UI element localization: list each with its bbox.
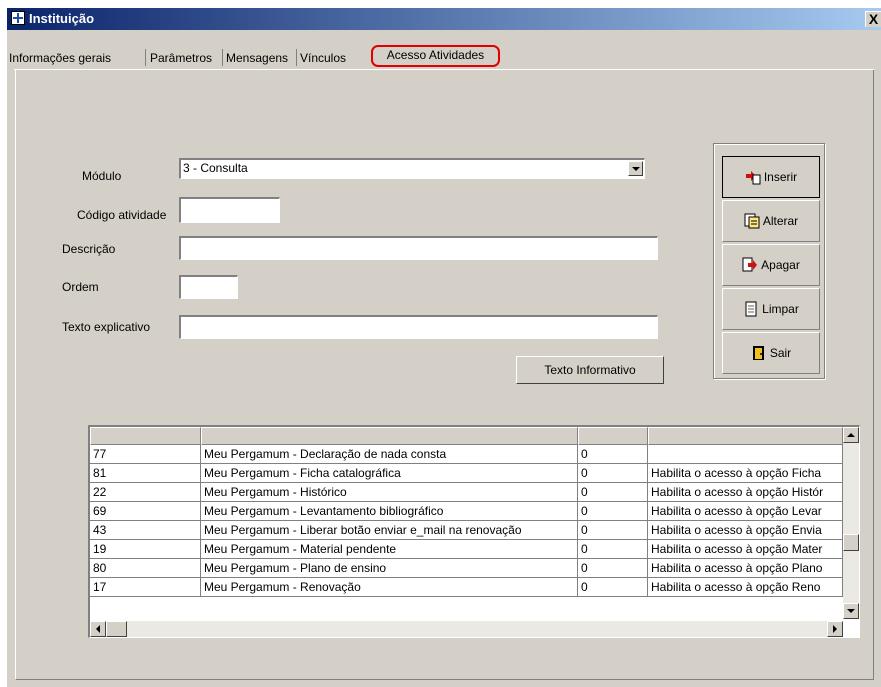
table-cell[interactable]: 17 (90, 578, 201, 597)
table-cell[interactable]: Meu Pergamum - Liberar botão enviar e_ma… (201, 521, 578, 540)
modulo-select[interactable]: 3 - Consulta (179, 158, 645, 179)
alterar-button[interactable]: Alterar (722, 200, 820, 242)
clear-icon (743, 301, 759, 317)
title-bar[interactable]: Instituição X (7, 8, 881, 30)
actions-panel: Inserir Alterar Apagar Limpar Sair (713, 143, 825, 379)
descricao-input[interactable] (179, 236, 658, 260)
scroll-h-thumb[interactable] (106, 621, 127, 637)
table-cell[interactable]: Habilita o acesso à opção Plano (648, 559, 843, 578)
inserir-label: Inserir (763, 170, 798, 184)
scroll-thumb[interactable] (843, 534, 859, 551)
tab-informacoes-gerais[interactable]: Informações gerais (9, 48, 111, 68)
scroll-left-button[interactable] (90, 621, 106, 637)
table-row[interactable]: 77 Meu Pergamum - Declaração de nada cons… (90, 445, 843, 464)
delete-icon (742, 257, 758, 273)
table-cell[interactable]: 77 (90, 445, 201, 464)
sair-button[interactable]: Sair (722, 332, 820, 374)
table-cell[interactable]: 0 (578, 464, 648, 483)
activities-grid[interactable]: 77 Meu Pergamum - Declaração de nada cons… (88, 425, 860, 638)
table-cell[interactable]: 19 (90, 540, 201, 559)
table-cell[interactable]: 0 (578, 502, 648, 521)
scroll-up-button[interactable] (843, 427, 859, 443)
chevron-down-icon[interactable] (628, 161, 643, 176)
table-cell[interactable]: 0 (578, 483, 648, 502)
insert-icon (745, 169, 761, 185)
tab-vinculos[interactable]: Vínculos (300, 48, 346, 68)
table-row[interactable]: 19 Meu Pergamum - Material pendente 0 Habil… (90, 540, 843, 559)
table-cell[interactable]: Habilita o acesso à opção Envia (648, 521, 843, 540)
tab-divider (296, 49, 297, 66)
close-button[interactable]: X (865, 11, 881, 27)
table-row[interactable]: 22 Meu Pergamum - Histórico 0 Habilita o ac… (90, 483, 843, 502)
table-cell[interactable]: Habilita o acesso à opção Histór (648, 483, 843, 502)
apagar-label: Apagar (761, 258, 800, 272)
limpar-label: Limpar (762, 302, 799, 316)
grid-header-cell[interactable] (578, 427, 648, 445)
table-cell[interactable]: Habilita o acesso à opção Mater (648, 540, 843, 559)
window-title: Instituição (29, 11, 95, 26)
table-cell[interactable]: Habilita o acesso à opção Reno (648, 578, 843, 597)
tab-divider (222, 49, 223, 66)
table-cell[interactable]: Meu Pergamum - Levantamento bibliográfic… (201, 502, 578, 521)
window: Instituição X Informações gerais Parâmet… (7, 8, 881, 687)
ordem-input[interactable] (179, 275, 238, 299)
table-row[interactable]: 43 Meu Pergamum - Liberar botão enviar e_… (90, 521, 843, 540)
table-cell[interactable]: Meu Pergamum - Plano de ensino (201, 559, 578, 578)
table-cell[interactable]: Habilita o acesso à opção Levar (648, 502, 843, 521)
scroll-down-button[interactable] (843, 603, 859, 619)
texto-explicativo-input[interactable] (179, 315, 658, 339)
table-cell[interactable]: Meu Pergamum - Ficha catalográfica (201, 464, 578, 483)
sair-label: Sair (769, 346, 792, 360)
table-row[interactable]: 80 Meu Pergamum - Plano de ensino 0 Habilit… (90, 559, 843, 578)
tab-acesso-atividades[interactable]: Acesso Atividades (371, 45, 500, 67)
texto-informativo-button[interactable]: Texto Informativo (516, 356, 664, 384)
horizontal-scrollbar[interactable] (90, 621, 843, 637)
tab-mensagens[interactable]: Mensagens (226, 48, 288, 68)
modulo-select-value: 3 - Consulta (183, 161, 248, 175)
tab-divider (145, 49, 146, 66)
table-cell[interactable]: 69 (90, 502, 201, 521)
codigo-atividade-input[interactable] (179, 197, 280, 223)
alterar-label: Alterar (762, 214, 799, 228)
table-cell[interactable]: 0 (578, 521, 648, 540)
grid-header-cell[interactable] (90, 427, 201, 445)
table-row[interactable]: 17 Meu Pergamum - Renovação 0 Habilita o ac… (90, 578, 843, 597)
table-cell[interactable]: Meu Pergamum - Histórico (201, 483, 578, 502)
app-icon (11, 11, 25, 25)
table-cell[interactable]: Meu Pergamum - Renovação (201, 578, 578, 597)
table-cell[interactable]: Meu Pergamum - Declaração de nada consta (201, 445, 578, 464)
table-cell[interactable]: 22 (90, 483, 201, 502)
descricao-label: Descrição (62, 242, 116, 256)
limpar-button[interactable]: Limpar (722, 288, 820, 330)
texto-explicativo-label: Texto explicativo (62, 320, 151, 334)
codigo-atividade-label: Código atividade (77, 208, 167, 222)
scroll-right-button[interactable] (827, 621, 843, 637)
vertical-scrollbar[interactable] (843, 427, 859, 619)
table-cell[interactable]: 0 (578, 540, 648, 559)
table-cell[interactable]: Habilita o acesso à opção Ficha (648, 464, 843, 483)
inserir-button[interactable]: Inserir (722, 156, 820, 198)
table-cell[interactable]: 0 (578, 445, 648, 464)
table-row[interactable]: 81 Meu Pergamum - Ficha catalográfica 0 Hab… (90, 464, 843, 483)
edit-icon (744, 213, 760, 229)
table-cell[interactable] (648, 445, 843, 464)
table-row[interactable]: 69 Meu Pergamum - Levantamento bibliográf… (90, 502, 843, 521)
grid-header-cell[interactable] (648, 427, 843, 445)
table-cell[interactable]: 0 (578, 559, 648, 578)
exit-door-icon (751, 345, 767, 361)
tab-parametros[interactable]: Parâmetros (150, 48, 212, 68)
table-cell[interactable]: 0 (578, 578, 648, 597)
table-cell[interactable]: 43 (90, 521, 201, 540)
ordem-label: Ordem (62, 280, 99, 294)
modulo-label: Módulo (82, 169, 122, 183)
apagar-button[interactable]: Apagar (722, 244, 820, 286)
grid-header-cell[interactable] (201, 427, 578, 445)
table-cell[interactable]: 81 (90, 464, 201, 483)
table-cell[interactable]: 80 (90, 559, 201, 578)
table-cell[interactable]: Meu Pergamum - Material pendente (201, 540, 578, 559)
